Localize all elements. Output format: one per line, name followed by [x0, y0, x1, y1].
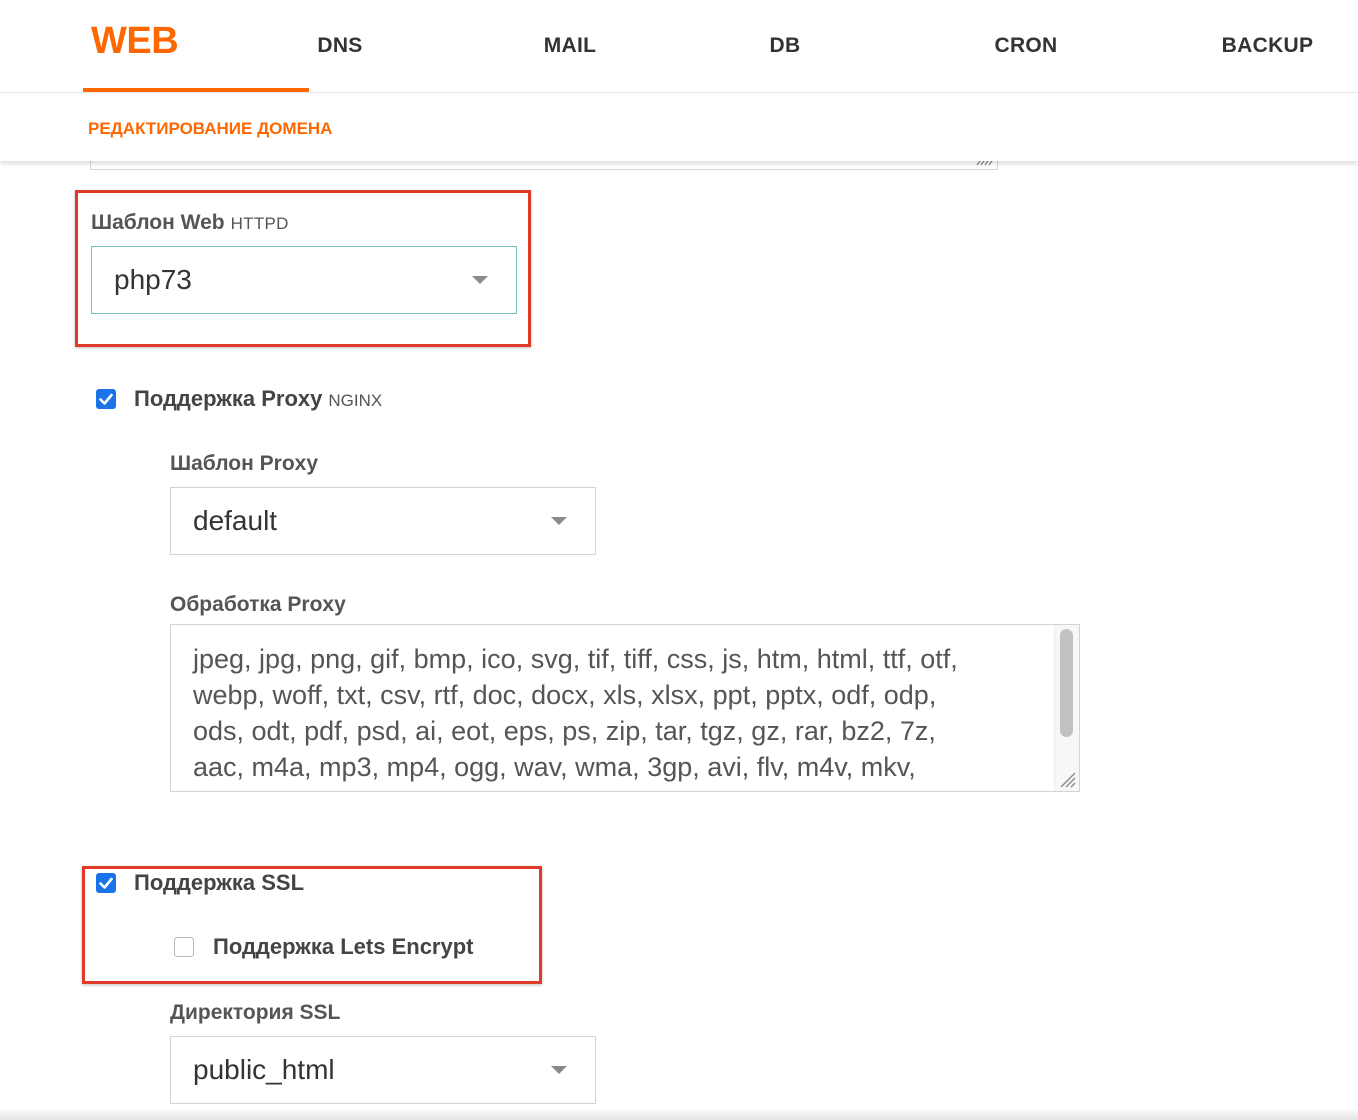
proxy-extensions-label: Обработка Proxy — [170, 593, 346, 616]
proxy-extensions-text: jpeg, jpg, png, gif, bmp, ico, svg, tif,… — [193, 641, 1053, 785]
tab-db[interactable]: DB — [755, 0, 815, 92]
proxy-extensions-line: jpeg, jpg, png, gif, bmp, ico, svg, tif,… — [193, 644, 958, 674]
sub-header: РЕДАКТИРОВАНИЕ ДОМЕНА — [0, 93, 1358, 161]
chevron-down-icon — [472, 276, 488, 284]
chevron-down-icon — [551, 517, 567, 525]
resize-grip-icon[interactable] — [1055, 767, 1077, 789]
checkmark-icon — [99, 877, 113, 889]
scrollbar-thumb[interactable] — [1060, 629, 1073, 737]
proxy-template-select[interactable]: default — [170, 487, 596, 555]
bottom-fade — [0, 1108, 1358, 1120]
web-template-select[interactable]: php73 — [91, 246, 517, 314]
tab-cron[interactable]: CRON — [980, 0, 1072, 92]
web-template-label: Шаблон Web HTTPD — [91, 211, 289, 235]
proxy-extensions-line: webp, woff, txt, csv, rtf, doc, docx, xl… — [193, 680, 937, 710]
web-template-value: php73 — [114, 264, 192, 295]
lets-encrypt-label[interactable]: Поддержка Lets Encrypt — [213, 934, 474, 960]
tab-backup[interactable]: BACKUP — [1205, 0, 1330, 92]
tab-dns[interactable]: DNS — [300, 0, 380, 92]
proxy-support-label[interactable]: Поддержка Proxy NGINX — [134, 386, 382, 412]
proxy-support-hint: NGINX — [328, 391, 383, 410]
proxy-template-value: default — [193, 505, 278, 536]
proxy-support-label-text: Поддержка Proxy — [134, 386, 323, 411]
page-title: РЕДАКТИРОВАНИЕ ДОМЕНА — [88, 119, 333, 138]
ssl-support-checkbox[interactable] — [96, 873, 116, 893]
checkmark-icon — [99, 393, 113, 405]
ssl-directory-label: Директория SSL — [170, 1001, 341, 1024]
proxy-extensions-line: ods, odt, pdf, psd, ai, eot, eps, ps, zi… — [193, 716, 936, 746]
ssl-directory-select[interactable]: public_html — [170, 1036, 596, 1104]
proxy-support-checkbox[interactable] — [96, 389, 116, 409]
ssl-support-label[interactable]: Поддержка SSL — [134, 870, 304, 896]
proxy-extensions-line: aac, m4a, mp3, mp4, ogg, wav, wma, 3gp, … — [193, 752, 916, 782]
top-nav: WEB DNS MAIL DB CRON BACKUP — [0, 0, 1358, 93]
tab-mail[interactable]: MAIL — [525, 0, 615, 92]
web-template-label-text: Шаблон Web — [91, 211, 225, 234]
tab-web[interactable]: WEB — [83, 0, 309, 92]
chevron-down-icon — [551, 1066, 567, 1074]
lets-encrypt-checkbox[interactable] — [174, 937, 194, 957]
ssl-directory-value: public_html — [193, 1054, 335, 1085]
web-template-hint: HTTPD — [230, 214, 289, 233]
proxy-extensions-textarea[interactable]: jpeg, jpg, png, gif, bmp, ico, svg, tif,… — [170, 624, 1080, 792]
proxy-template-label: Шаблон Proxy — [170, 452, 319, 475]
